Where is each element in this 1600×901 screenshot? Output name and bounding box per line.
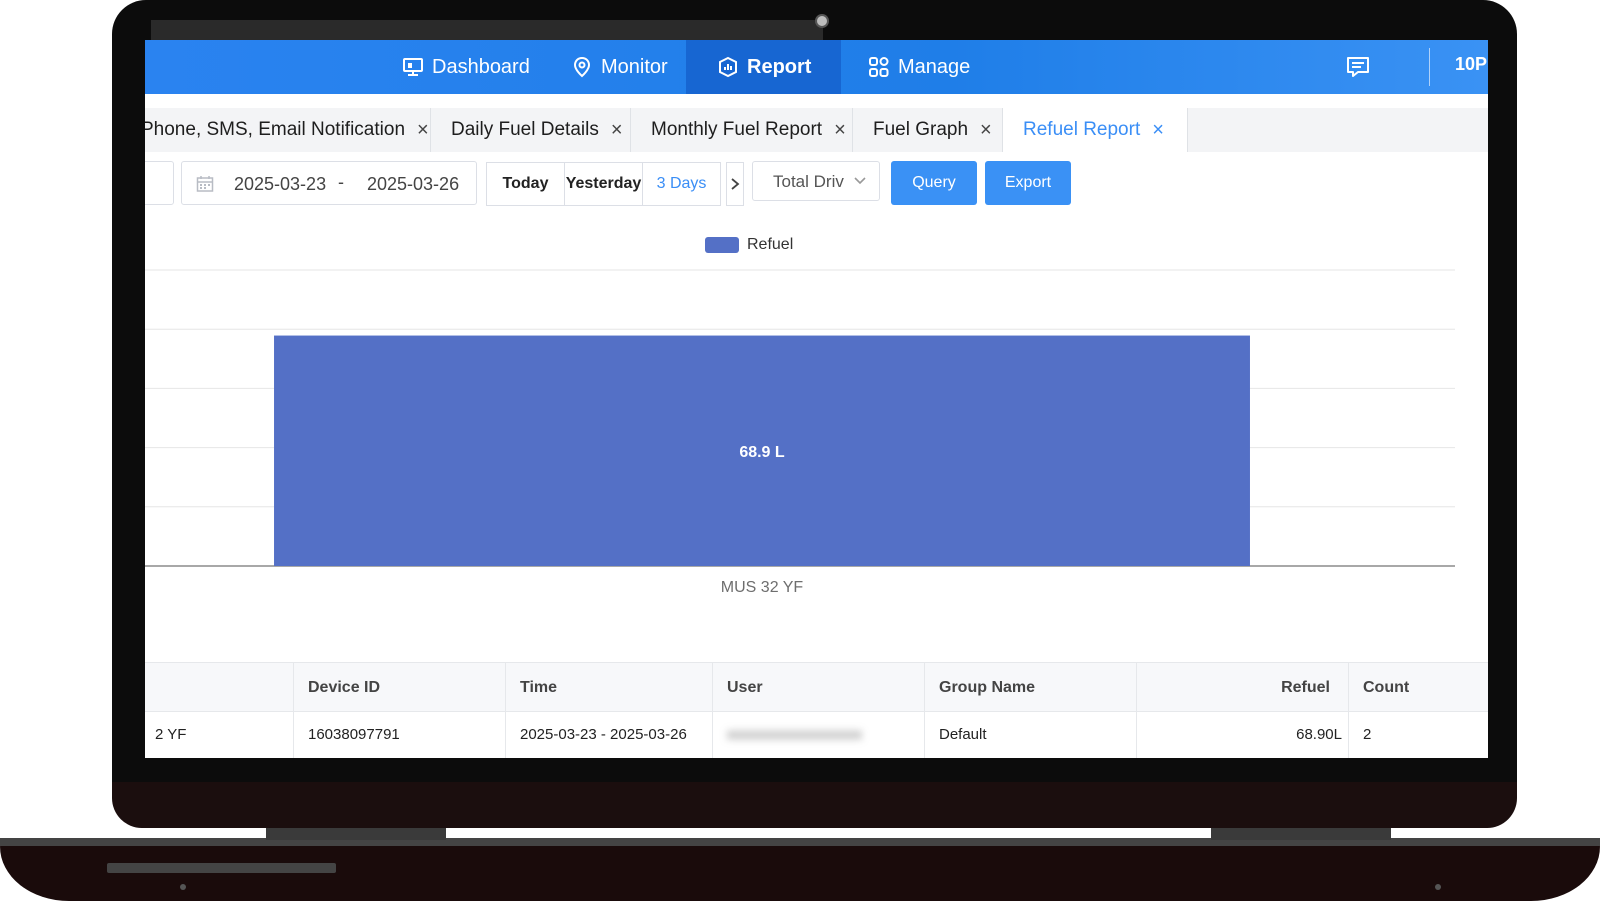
col-header-device-id[interactable]: Device ID xyxy=(293,663,505,713)
yesterday-button[interactable]: Yesterday xyxy=(564,162,643,206)
top-navigation: Dashboard Monitor Report Manage 10P xyxy=(145,40,1488,94)
chart-data-labels: 68.9 L xyxy=(739,444,785,461)
tab-label: Monthly Fuel Report xyxy=(651,119,823,140)
laptop-foot-dot xyxy=(1435,884,1441,890)
legend-swatch xyxy=(705,237,739,253)
cell-user: xxxxxxxxxxxxxxxxxx xyxy=(712,712,924,758)
tab-label: Fuel Graph xyxy=(873,119,969,140)
col-header-time[interactable]: Time xyxy=(505,663,712,713)
date-range-picker[interactable]: 2025-03-23 - 2025-03-26 xyxy=(181,161,477,205)
col-header-group-name[interactable]: Group Name xyxy=(924,663,1136,713)
grid-icon xyxy=(869,57,889,77)
tab-fuel-graph[interactable]: Fuel Graph × xyxy=(853,108,1003,152)
tab-label: Daily Fuel Details xyxy=(451,119,599,140)
calendar-icon xyxy=(196,176,214,192)
cell-user-redacted: xxxxxxxxxxxxxxxxxx xyxy=(727,726,862,743)
nav-manage[interactable]: Manage xyxy=(858,40,980,94)
nav-monitor-label: Monitor xyxy=(601,55,668,78)
tab-bar: Phone, SMS, Email Notification × Daily Fu… xyxy=(145,108,1488,152)
nav-monitor[interactable]: Monitor xyxy=(561,40,678,94)
nav-divider xyxy=(1429,48,1430,86)
webcam-icon xyxy=(815,14,829,28)
nav-dashboard[interactable]: Dashboard xyxy=(392,40,540,94)
laptop-chin xyxy=(112,782,1517,828)
col-header-refuel[interactable]: Refuel xyxy=(1136,663,1348,713)
monitor-icon xyxy=(403,58,423,76)
col-header-user[interactable]: User xyxy=(712,663,924,713)
camera-strip xyxy=(151,20,823,40)
x-tick-label: MUS 32 YF xyxy=(721,579,804,596)
message-icon xyxy=(1347,57,1369,77)
report-chart-icon xyxy=(719,56,737,78)
cell-name: 2 YF xyxy=(155,726,187,743)
app-screen: Dashboard Monitor Report Manage 10P Phon… xyxy=(145,40,1488,758)
location-pin-icon xyxy=(573,56,591,78)
nav-report-label: Report xyxy=(747,55,812,78)
export-button[interactable]: Export xyxy=(985,161,1071,205)
message-button[interactable] xyxy=(1345,54,1371,85)
query-button[interactable]: Query xyxy=(891,161,977,205)
close-icon[interactable]: × xyxy=(611,119,623,142)
nav-dashboard-label: Dashboard xyxy=(432,55,530,78)
three-days-button[interactable]: 3 Days xyxy=(642,162,721,206)
tab-refuel-report[interactable]: Refuel Report × xyxy=(1003,108,1188,152)
start-date-input[interactable]: 2025-03-23 xyxy=(234,174,326,195)
chart-legend[interactable]: Refuel xyxy=(705,236,793,254)
laptop-foot-right xyxy=(1211,828,1391,840)
nav-report[interactable]: Report xyxy=(686,40,841,94)
col-header-name xyxy=(145,663,293,713)
chevron-down-icon xyxy=(854,177,866,185)
cell-refuel: 68.90L xyxy=(1136,712,1348,758)
legend-label-refuel: Refuel xyxy=(747,236,794,253)
tab-monthly-fuel-report[interactable]: Monthly Fuel Report × xyxy=(631,108,853,152)
today-button[interactable]: Today xyxy=(486,162,565,206)
metric-select[interactable]: Total Driv xyxy=(752,161,880,201)
laptop-foot-left xyxy=(266,828,446,840)
end-date-input[interactable]: 2025-03-26 xyxy=(367,174,459,195)
table-header: Device ID Time User Group Name Refuel Co… xyxy=(145,662,1488,713)
laptop-foot-dot xyxy=(180,884,186,890)
col-header-count[interactable]: Count xyxy=(1348,663,1488,713)
cell-group-name: Default xyxy=(924,712,1136,758)
bar-data-label: 68.9 L xyxy=(739,444,785,461)
chart-x-axis-labels: MUS 32 YF xyxy=(721,579,804,596)
tab-label: Refuel Report xyxy=(1023,119,1141,140)
close-icon[interactable]: × xyxy=(834,119,846,142)
chevron-right-icon xyxy=(731,178,740,190)
tab-label: Phone, SMS, Email Notification xyxy=(145,119,406,140)
tab-daily-fuel-details[interactable]: Daily Fuel Details × xyxy=(431,108,631,152)
user-account-label[interactable]: 10P xyxy=(1455,40,1487,94)
more-ranges-button[interactable] xyxy=(726,162,744,206)
date-separator: - xyxy=(338,172,344,192)
tab-phone-sms-email-notification[interactable]: Phone, SMS, Email Notification × xyxy=(145,108,431,152)
cell-time: 2025-03-23 - 2025-03-26 xyxy=(505,712,712,758)
close-icon[interactable]: × xyxy=(417,119,429,142)
laptop-trim xyxy=(107,863,336,873)
cell-device-id: 16038097791 xyxy=(293,712,505,758)
close-icon[interactable]: × xyxy=(1152,119,1164,142)
device-select[interactable] xyxy=(145,161,174,205)
close-icon[interactable]: × xyxy=(980,119,992,142)
cell-count: 2 xyxy=(1348,712,1488,758)
nav-manage-label: Manage xyxy=(898,55,971,78)
refuel-bar-chart: 68.9 L MUS 32 YF xyxy=(145,269,1455,596)
metric-select-value: Total Driv xyxy=(773,172,844,191)
